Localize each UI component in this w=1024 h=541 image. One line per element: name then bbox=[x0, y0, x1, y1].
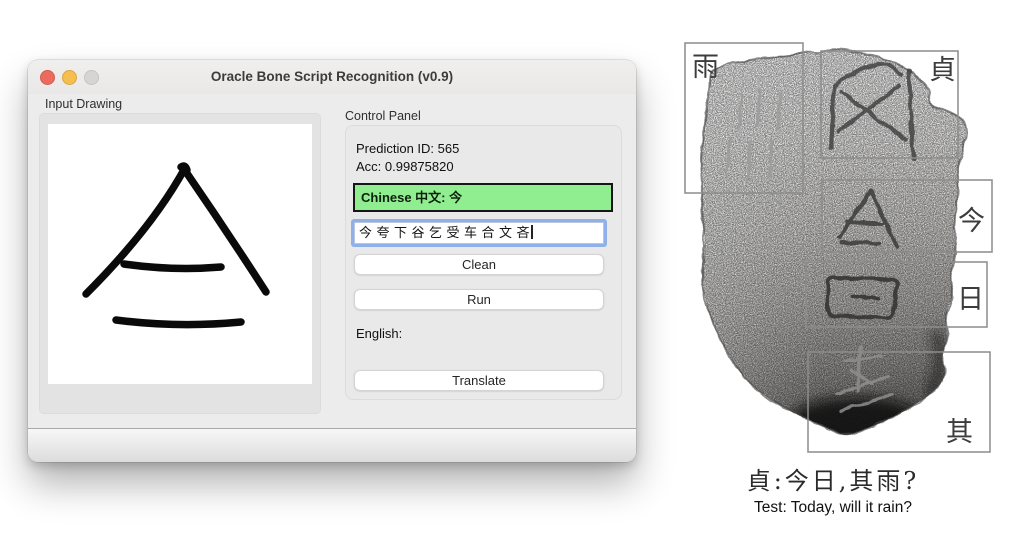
text-caret bbox=[531, 225, 533, 239]
chinese-result-box: Chinese 中文: 今 bbox=[353, 183, 613, 212]
annotation-label-qi: 其 bbox=[946, 417, 973, 448]
stroke-middle-bar bbox=[124, 264, 221, 268]
oracle-bone-figure: 雨 貞 今 日 其 貞:今日,其雨? Test: Today, will it … bbox=[670, 35, 1005, 520]
candidates-input-value: 今夸下谷乞受车合文吝 bbox=[359, 225, 534, 240]
candidates-input[interactable]: 今夸下谷乞受车合文吝 bbox=[354, 222, 604, 244]
window-titlebar[interactable]: Oracle Bone Script Recognition (v0.9) bbox=[28, 60, 636, 94]
drawing-canvas[interactable] bbox=[48, 124, 312, 384]
stroke-right-slope bbox=[184, 169, 266, 292]
caption-english: Test: Today, will it rain? bbox=[754, 499, 912, 516]
screenshot-root: Oracle Bone Script Recognition (v0.9) In… bbox=[0, 0, 1024, 541]
clean-button[interactable]: Clean bbox=[354, 254, 604, 275]
caption-chinese: 貞:今日,其雨? bbox=[747, 467, 920, 495]
input-drawing-label: Input Drawing bbox=[45, 97, 122, 111]
drawn-character-strokes bbox=[48, 124, 312, 384]
annotation-label-ri: 日 bbox=[957, 284, 984, 315]
annotation-label-jin: 今 bbox=[958, 206, 985, 237]
stroke-bottom-bar bbox=[116, 320, 241, 325]
input-drawing-well bbox=[39, 113, 321, 414]
window-footer bbox=[28, 428, 636, 462]
window-title: Oracle Bone Script Recognition (v0.9) bbox=[28, 60, 636, 94]
annotation-label-rain: 雨 bbox=[692, 52, 719, 83]
translate-button[interactable]: Translate bbox=[354, 370, 604, 391]
english-label: English: bbox=[356, 326, 402, 341]
run-button[interactable]: Run bbox=[354, 289, 604, 310]
control-panel-label: Control Panel bbox=[345, 109, 421, 123]
accuracy-text: Acc: 0.99875820 bbox=[356, 159, 454, 174]
oracle-bone-panel: 雨 貞 今 日 其 貞:今日,其雨? Test: Today, will it … bbox=[670, 35, 1005, 520]
control-panel-well: Prediction ID: 565 Acc: 0.99875820 Chine… bbox=[345, 125, 622, 400]
stroke-left-slope bbox=[86, 168, 185, 294]
app-window: Oracle Bone Script Recognition (v0.9) In… bbox=[28, 60, 636, 462]
annotation-label-zhen: 貞 bbox=[929, 55, 956, 86]
prediction-id-text: Prediction ID: 565 bbox=[356, 141, 459, 156]
